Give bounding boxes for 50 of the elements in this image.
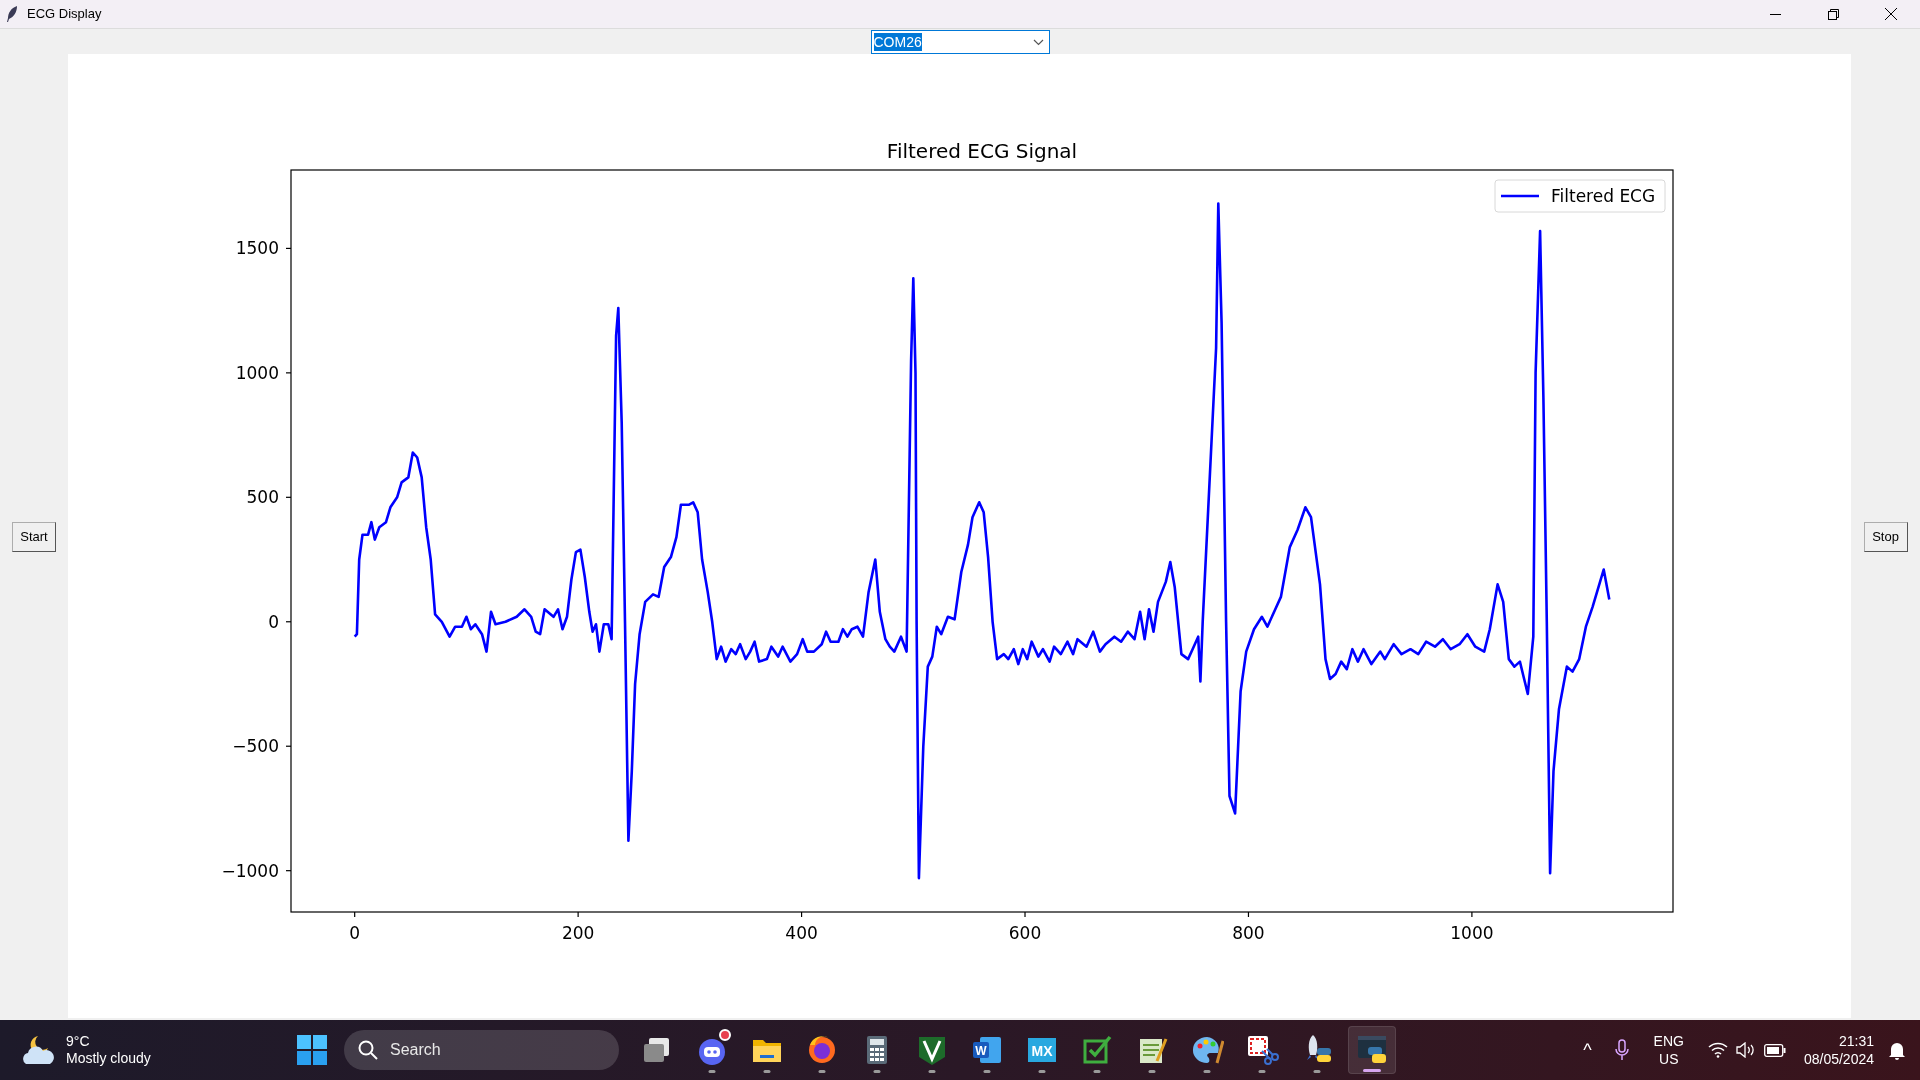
- cloud-moon-icon: [20, 1034, 56, 1066]
- x-tick-label: 1000: [1450, 923, 1494, 943]
- x-tick-label: 200: [561, 923, 595, 943]
- y-tick-label: −500: [232, 736, 279, 757]
- y-tick-label: 500: [246, 487, 279, 508]
- window-title: ECG Display: [27, 5, 102, 24]
- y-tick-label: 0: [268, 611, 279, 632]
- x-tick: [1247, 911, 1250, 918]
- taskbar-app-button[interactable]: W: [963, 1026, 1011, 1074]
- wifi-icon[interactable]: [1707, 1042, 1728, 1058]
- legend-swatch: [1501, 194, 1539, 198]
- taskbar-app-button[interactable]: [1348, 1026, 1396, 1074]
- feather-icon: [5, 5, 19, 23]
- microphone-icon[interactable]: [1613, 1039, 1630, 1061]
- close-icon: [1885, 8, 1897, 20]
- scissors-icon: [1245, 1033, 1279, 1067]
- stop-button[interactable]: Stop: [1863, 522, 1908, 552]
- y-tick: [285, 745, 292, 747]
- y-tick: [285, 372, 292, 374]
- y-tick-label: −1000: [221, 860, 279, 881]
- speaker-icon[interactable]: [1735, 1042, 1756, 1058]
- port-dropdown[interactable]: COM26: [870, 30, 1050, 54]
- y-tick: [285, 621, 292, 623]
- show-hidden-icons-button[interactable]: ^: [1583, 1036, 1592, 1064]
- y-tick-label: 1500: [235, 238, 279, 259]
- bell-icon[interactable]: [1888, 1040, 1906, 1060]
- y-tick-label: 1000: [235, 362, 279, 383]
- x-tick-label: 400: [785, 923, 818, 943]
- x-tick: [1471, 911, 1473, 918]
- x-tick: [800, 911, 803, 918]
- language-indicator[interactable]: ENG US: [1653, 1032, 1684, 1068]
- chart-title: Filtered ECG Signal: [886, 139, 1078, 163]
- legend-label: Filtered ECG: [1551, 186, 1656, 206]
- battery-icon[interactable]: [1763, 1043, 1786, 1057]
- start-button[interactable]: Start: [12, 522, 56, 552]
- clock[interactable]: 21:31 08/05/2024: [1803, 1032, 1874, 1068]
- x-tick-label: 0: [349, 923, 361, 943]
- x-tick-label: 800: [1232, 923, 1265, 943]
- weather-condition: Mostly cloudy: [66, 1050, 151, 1067]
- x-tick: [577, 911, 579, 918]
- y-tick: [285, 870, 292, 872]
- x-tick-label: 600: [1008, 923, 1042, 943]
- y-tick: [285, 247, 292, 249]
- x-tick: [1024, 911, 1026, 918]
- chevron-down-icon: [1032, 38, 1044, 46]
- weather-temperature: 9°C: [66, 1033, 91, 1050]
- y-tick: [285, 496, 292, 498]
- search-icon: [358, 1040, 378, 1060]
- restore-icon: [1827, 8, 1839, 20]
- x-tick: [354, 911, 356, 918]
